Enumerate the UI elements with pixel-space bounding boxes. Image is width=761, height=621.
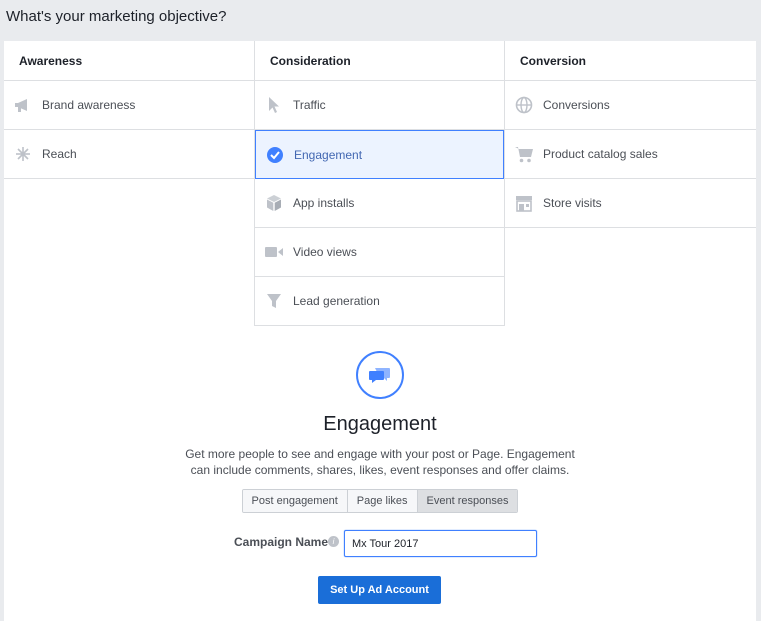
- objective-label: Store visits: [543, 196, 602, 210]
- objective-reach[interactable]: Reach: [4, 130, 255, 179]
- objective-label: Product catalog sales: [543, 147, 658, 161]
- tab-event-responses[interactable]: Event responses: [417, 490, 518, 512]
- engagement-type-selector: Post engagement Page likes Event respons…: [241, 489, 519, 513]
- checkmark-icon: [265, 145, 285, 165]
- campaign-name-label: Campaign Name: [234, 535, 329, 549]
- detail-description: Get more people to see and engage with y…: [185, 447, 575, 477]
- chat-bubbles-icon: [356, 351, 404, 399]
- store-icon: [514, 193, 534, 213]
- objective-detail: Engagement Get more people to see and en…: [4, 351, 756, 513]
- objective-app-installs[interactable]: App installs: [255, 179, 504, 228]
- campaign-name-row: Campaign Name i: [4, 530, 756, 557]
- column-heading-conversion: Conversion: [505, 41, 756, 81]
- consideration-column: Consideration Traffic Engagement App ins…: [254, 41, 505, 326]
- objective-brand-awareness[interactable]: Brand awareness: [4, 81, 255, 130]
- objective-video-views[interactable]: Video views: [255, 228, 504, 277]
- info-icon[interactable]: i: [328, 536, 339, 547]
- video-icon: [264, 242, 284, 262]
- objective-conversions[interactable]: Conversions: [505, 81, 756, 130]
- objective-label: Brand awareness: [42, 98, 136, 112]
- objective-label: Engagement: [294, 147, 363, 162]
- funnel-icon: [264, 291, 284, 311]
- tab-post-engagement[interactable]: Post engagement: [242, 490, 348, 512]
- cursor-icon: [264, 95, 284, 115]
- objective-traffic[interactable]: Traffic: [255, 81, 504, 130]
- box-icon: [264, 193, 284, 213]
- tab-page-likes[interactable]: Page likes: [347, 490, 418, 512]
- objective-label: Conversions: [543, 98, 610, 112]
- globe-icon: [514, 95, 534, 115]
- burst-icon: [13, 144, 33, 164]
- objective-label: Lead generation: [293, 294, 380, 308]
- cart-icon: [514, 144, 534, 164]
- set-up-ad-account-button[interactable]: Set Up Ad Account: [318, 576, 441, 604]
- objective-store-visits[interactable]: Store visits: [505, 179, 756, 228]
- objective-label: Reach: [42, 147, 77, 161]
- objective-lead-generation[interactable]: Lead generation: [255, 277, 504, 326]
- objective-panel: Awareness Brand awareness Reach Consider…: [4, 41, 756, 621]
- megaphone-icon: [13, 95, 33, 115]
- column-heading-awareness: Awareness: [4, 41, 255, 81]
- awareness-column: Awareness Brand awareness Reach: [4, 41, 255, 179]
- objective-label: App installs: [293, 196, 355, 210]
- objective-label: Video views: [293, 245, 357, 259]
- objective-product-catalog-sales[interactable]: Product catalog sales: [505, 130, 756, 179]
- objective-label: Traffic: [293, 98, 326, 112]
- detail-title: Engagement: [323, 413, 437, 435]
- column-heading-consideration: Consideration: [255, 41, 504, 81]
- objective-engagement[interactable]: Engagement: [255, 130, 504, 179]
- conversion-column: Conversion Conversions Product catalog s…: [505, 41, 756, 228]
- page-title: What's your marketing objective?: [6, 8, 227, 25]
- campaign-name-input[interactable]: [344, 530, 537, 557]
